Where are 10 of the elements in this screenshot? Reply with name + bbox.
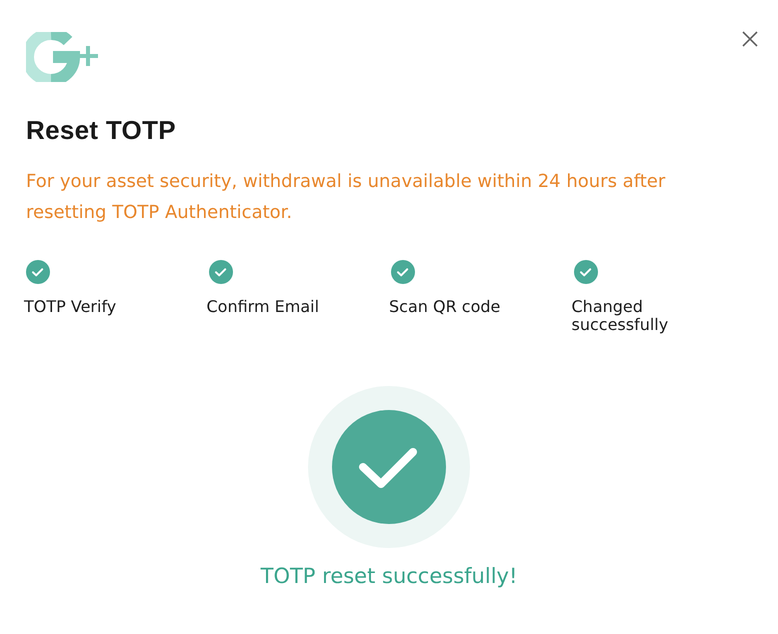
success-message: TOTP reset successfully!	[260, 564, 518, 588]
step-label: Confirm Email	[206, 298, 320, 316]
close-button[interactable]	[741, 30, 759, 48]
step-label: TOTP Verify	[24, 298, 118, 316]
logo	[26, 32, 98, 82]
step-label: Changed successfully	[572, 298, 670, 334]
dialog-title: Reset TOTP	[26, 115, 177, 146]
step-label: Scan QR code	[389, 298, 502, 316]
warning-text: For your asset security, withdrawal is unavailable within 24 hours after resetting TOTP Authenticator.	[26, 170, 666, 225]
success-check-icon	[308, 386, 470, 548]
